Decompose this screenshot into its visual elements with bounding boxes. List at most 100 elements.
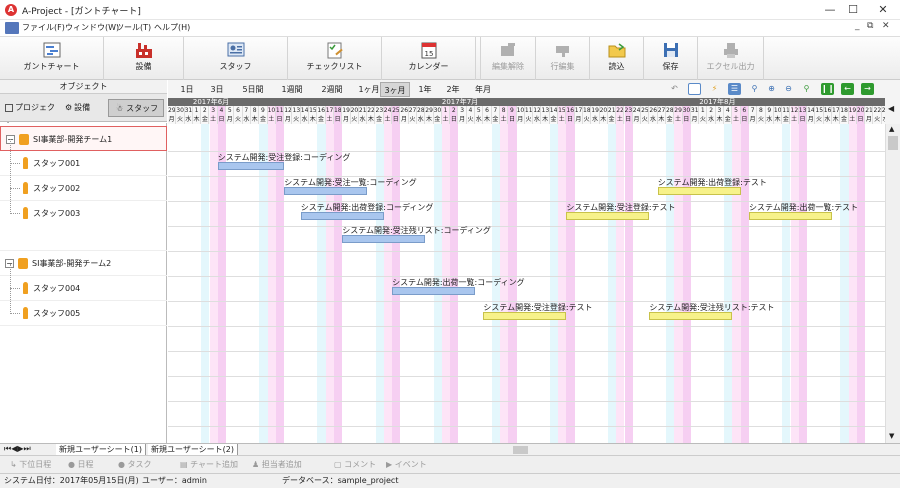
- tree-row-staff003[interactable]: スタッフ003: [0, 201, 167, 251]
- arrow-left-icon[interactable]: ←: [841, 83, 854, 95]
- sheet-tab-bar: ⏮◀▶⏭ 新規ユーザーシート(1) 新規ユーザーシート(2): [0, 443, 900, 456]
- gantt-chart-button[interactable]: ガントチャート: [0, 37, 104, 81]
- day-label: 17: [325, 106, 334, 115]
- scroll-up-icon[interactable]: ▲: [889, 125, 894, 133]
- unlock-edit-button[interactable]: 編集解除: [480, 37, 536, 81]
- range-2year-button[interactable]: 2年: [442, 82, 464, 97]
- day-label: 28: [417, 106, 426, 115]
- excel-export-button[interactable]: エクセル出力: [698, 37, 764, 81]
- zoom-out-icon[interactable]: ⊖: [782, 83, 795, 95]
- weekday-label: 木: [774, 115, 783, 124]
- range-1day-button[interactable]: 1日: [174, 82, 200, 97]
- gantt-chart-area[interactable]: システム開発:受注登録:コーディング システム開発:受注一覧:コーディング システム…: [168, 124, 885, 443]
- maximize-icon[interactable]: ☐: [841, 2, 865, 18]
- mdi-close-icon[interactable]: ✕: [882, 21, 890, 31]
- staff-icon: [23, 182, 28, 194]
- weekday-label: 木: [193, 115, 202, 124]
- timeline-scroll-arrows[interactable]: ◀: [885, 98, 900, 124]
- day-label: 9: [508, 106, 517, 115]
- schedule-button[interactable]: ● 日程: [68, 458, 94, 472]
- tree-row-team1[interactable]: − SI事業部-開発チーム1: [0, 126, 167, 151]
- weekend-column: [383, 124, 393, 443]
- status-bar: システム日付：2017年05月15日(月) ユーザー：admin データベース：…: [0, 473, 900, 488]
- range-3day-button[interactable]: 3日: [204, 82, 230, 97]
- range-2week-button[interactable]: 2週間: [314, 82, 350, 97]
- staff-button[interactable]: スタッフ: [184, 37, 288, 81]
- range-yearmonth-button[interactable]: 年月: [470, 82, 496, 97]
- day-label: 18: [840, 106, 849, 115]
- task-bar[interactable]: [657, 187, 741, 195]
- undo-icon[interactable]: ↶: [668, 83, 681, 95]
- close-icon[interactable]: ✕: [871, 2, 895, 18]
- event-button[interactable]: ▶ イベント: [386, 458, 427, 472]
- excel-export-label: エクセル出力: [706, 62, 755, 71]
- range-1week-button[interactable]: 1週間: [274, 82, 310, 97]
- flag-icon: ▶: [386, 460, 393, 469]
- tree-row-team2[interactable]: − SI事業部-開発チーム2: [0, 251, 167, 276]
- tree-row-staff002[interactable]: スタッフ002: [0, 176, 167, 201]
- day-label: 29: [674, 106, 683, 115]
- row-edit-button[interactable]: 行編集: [536, 37, 590, 81]
- weekday-label: 月: [517, 115, 525, 124]
- mdi-minimize-icon[interactable]: _: [855, 21, 860, 31]
- tab-project[interactable]: プロジェクト: [2, 99, 58, 130]
- tab-staff[interactable]: ☃ スタッフ: [108, 99, 164, 117]
- checklist-button[interactable]: チェックリスト: [288, 37, 382, 81]
- tree-row-staff005[interactable]: スタッフ005: [0, 301, 167, 326]
- weekday-label: 火: [409, 115, 417, 124]
- minimize-icon[interactable]: —: [818, 2, 842, 18]
- save-button[interactable]: 保存: [644, 37, 698, 81]
- scroll-thumb[interactable]: [888, 136, 898, 150]
- task-button[interactable]: ● タスク: [118, 458, 152, 472]
- status-system-date: システム日付：2017年05月15日(月): [4, 476, 139, 485]
- tree-row-staff004[interactable]: スタッフ004: [0, 276, 167, 301]
- task-bar[interactable]: [566, 212, 650, 220]
- task-bar[interactable]: [342, 234, 426, 243]
- zoom-fit-icon[interactable]: ⚲: [748, 83, 761, 95]
- add-assignee-button[interactable]: ♟ 担当者追加: [252, 458, 302, 472]
- menu-window[interactable]: ウィンドウ(W): [65, 22, 119, 33]
- arrow-right-icon[interactable]: →: [861, 83, 874, 95]
- scroll-down-icon[interactable]: ▼: [889, 432, 894, 440]
- zoom-in-icon[interactable]: ⊕: [765, 83, 778, 95]
- sheet-nav-icons[interactable]: ⏮◀▶⏭: [4, 444, 31, 454]
- range-5day-button[interactable]: 5日間: [236, 82, 270, 97]
- team-label: SI事業部-開発チーム1: [33, 135, 113, 144]
- hscroll-thumb[interactable]: [513, 446, 528, 454]
- scroll-left-icon[interactable]: ◀: [888, 104, 894, 113]
- tab-equipment[interactable]: ⚙ 設備: [62, 99, 106, 117]
- equipment-button[interactable]: 設備: [104, 37, 184, 81]
- day-label: 2: [708, 106, 716, 115]
- weekday-label: 日: [856, 115, 866, 124]
- task-bar[interactable]: [649, 312, 733, 320]
- comment-button[interactable]: ▢ コメント: [334, 458, 376, 472]
- vertical-scrollbar[interactable]: ▲ ▼: [885, 124, 900, 443]
- task-bar[interactable]: [392, 287, 476, 295]
- excel-export-icon: [723, 43, 738, 58]
- range-1year-button[interactable]: 1年: [414, 82, 436, 97]
- task-bar[interactable]: [483, 312, 567, 320]
- task-bar[interactable]: [749, 212, 832, 220]
- task-bar[interactable]: [217, 162, 285, 170]
- menu-help[interactable]: ヘルプ(H): [154, 22, 190, 33]
- range-3month-button[interactable]: 3ヶ月: [380, 82, 410, 97]
- calendar-button[interactable]: 15 カレンダー: [382, 37, 476, 81]
- task-bar[interactable]: [284, 187, 368, 195]
- weekday-label: 月: [749, 115, 758, 124]
- grid-view-icon[interactable]: [688, 83, 701, 95]
- zoom-reset-icon[interactable]: ⚲: [800, 83, 813, 95]
- load-button[interactable]: 読込: [590, 37, 644, 81]
- window-titlebar: A A-Project - [ガントチャート] — ☐ ✕: [0, 0, 900, 20]
- sub-schedule-button[interactable]: ↳ 下位日程: [10, 458, 51, 472]
- holiday-column: [259, 124, 268, 443]
- lightning-icon[interactable]: ⚡: [708, 83, 721, 95]
- tree-row-staff001[interactable]: スタッフ001: [0, 151, 167, 176]
- pause-icon[interactable]: ❙❙: [821, 83, 834, 95]
- menu-file[interactable]: ファイル(F): [22, 22, 65, 33]
- mdi-restore-icon[interactable]: ⧉: [867, 21, 873, 31]
- task-bar[interactable]: [300, 212, 384, 220]
- list-view-icon[interactable]: ☰: [728, 83, 741, 95]
- weekday-label: 日: [682, 115, 691, 124]
- menu-tools[interactable]: ツール(T): [116, 22, 151, 33]
- add-chart-button[interactable]: ▤ チャート追加: [180, 458, 238, 472]
